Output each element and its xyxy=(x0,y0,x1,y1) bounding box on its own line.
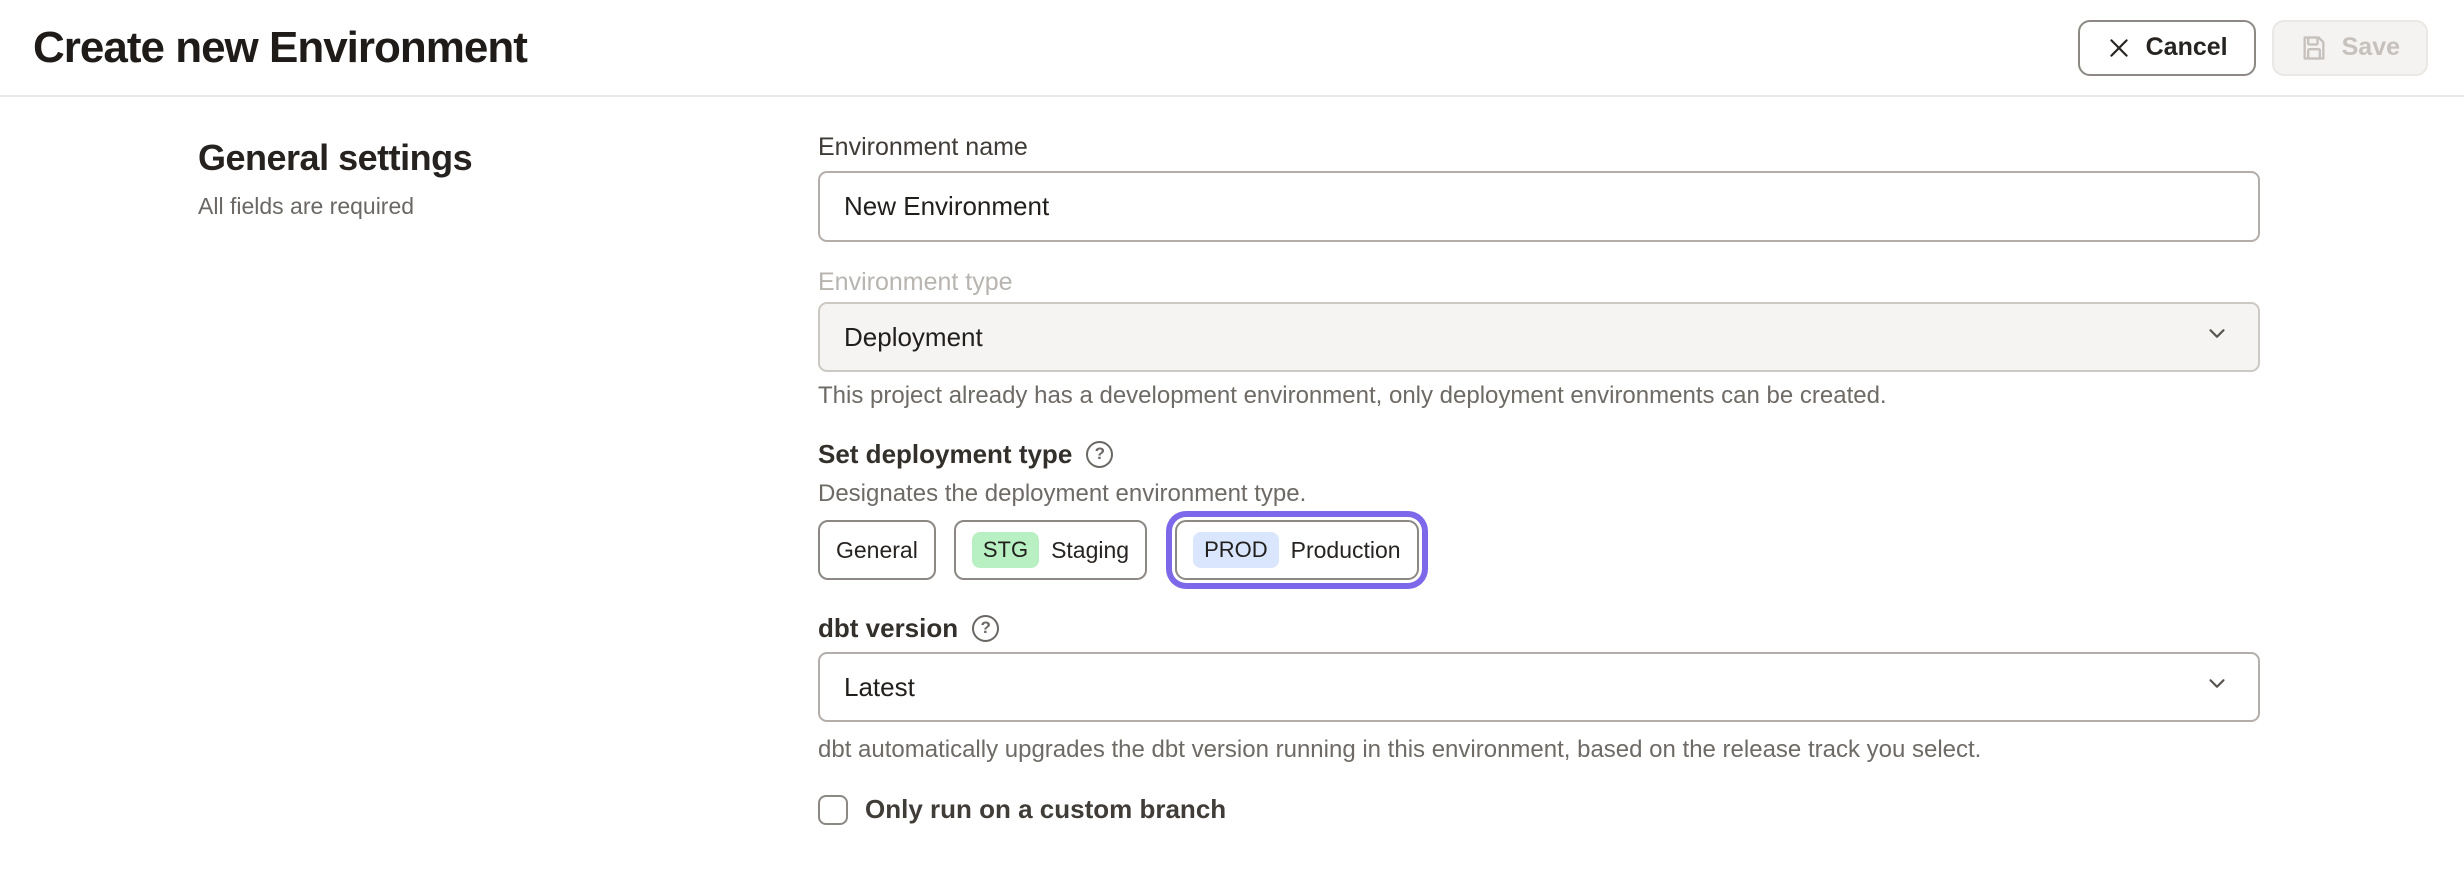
save-icon xyxy=(2300,34,2328,62)
deployment-type-description: Designates the deployment environment ty… xyxy=(818,480,2260,508)
dbt-version-select[interactable]: Latest xyxy=(818,652,2260,722)
environment-name-input[interactable] xyxy=(818,171,2260,242)
cancel-button[interactable]: Cancel xyxy=(2078,20,2256,76)
save-button-label: Save xyxy=(2342,33,2400,62)
main-content: General settings All fields are required… xyxy=(0,97,2464,872)
deployment-type-options: General STG Staging PROD Production xyxy=(818,520,2260,580)
environment-type-value: Deployment xyxy=(844,322,983,353)
section-heading: General settings xyxy=(198,137,758,179)
staging-badge: STG xyxy=(972,532,1039,568)
environment-form: Environment name Environment type Deploy… xyxy=(818,133,2260,825)
deployment-type-staging-label: Staging xyxy=(1051,537,1129,564)
custom-branch-row: Only run on a custom branch xyxy=(818,794,2260,825)
production-badge: PROD xyxy=(1193,532,1279,568)
question-mark-icon[interactable]: ? xyxy=(972,615,999,642)
custom-branch-label: Only run on a custom branch xyxy=(865,794,1226,825)
environment-type-label: Environment type xyxy=(818,268,2260,296)
dbt-version-label: dbt version xyxy=(818,612,958,644)
deployment-type-label-row: Set deployment type ? xyxy=(818,438,2260,470)
settings-summary: General settings All fields are required xyxy=(198,137,758,220)
close-icon xyxy=(2106,35,2132,61)
dbt-version-help: dbt automatically upgrades the dbt versi… xyxy=(818,736,2260,764)
dbt-version-label-row: dbt version ? xyxy=(818,612,2260,644)
save-button[interactable]: Save xyxy=(2272,20,2428,76)
chevron-down-icon xyxy=(2204,321,2230,354)
cancel-button-label: Cancel xyxy=(2146,33,2228,62)
environment-type-help: This project already has a development e… xyxy=(818,382,2260,410)
deployment-type-general-button[interactable]: General xyxy=(818,520,936,580)
deployment-type-general-label: General xyxy=(836,537,918,564)
dbt-version-value: Latest xyxy=(844,672,915,703)
section-subheading: All fields are required xyxy=(198,193,758,220)
deployment-type-staging-button[interactable]: STG Staging xyxy=(954,520,1147,580)
question-mark-icon[interactable]: ? xyxy=(1086,441,1113,468)
deployment-type-production-label: Production xyxy=(1291,537,1401,564)
page-title: Create new Environment xyxy=(33,23,527,73)
chevron-down-icon xyxy=(2204,671,2230,704)
deployment-type-production-button[interactable]: PROD Production xyxy=(1175,520,1419,580)
environment-type-select: Deployment xyxy=(818,302,2260,372)
deployment-type-label: Set deployment type xyxy=(818,438,1072,470)
page-header: Create new Environment Cancel Save xyxy=(0,0,2464,97)
environment-name-label: Environment name xyxy=(818,133,2260,161)
custom-branch-checkbox[interactable] xyxy=(818,795,848,825)
header-actions: Cancel Save xyxy=(2078,20,2428,76)
